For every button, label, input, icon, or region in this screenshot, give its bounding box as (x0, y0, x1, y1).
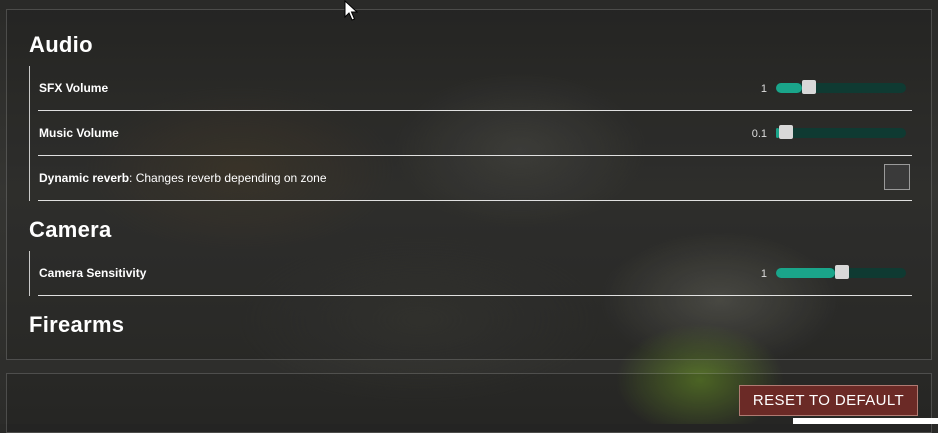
dynamic-reverb-description: : Changes reverb depending on zone (129, 171, 327, 185)
music-volume-slider[interactable] (776, 125, 906, 139)
section-title-audio: Audio (29, 32, 93, 57)
music-volume-slider-thumb[interactable] (778, 125, 793, 139)
camera-group: Camera Sensitivity 1 (29, 251, 912, 296)
camera-sensitivity-slider-thumb[interactable] (834, 265, 849, 279)
settings-panel: Audio SFX Volume 1 Music Volume 0.1 Dyna… (6, 9, 932, 360)
music-volume-row: Music Volume 0.1 (38, 111, 912, 156)
section-title-firearms: Firearms (29, 312, 125, 337)
mouse-cursor-icon (344, 0, 358, 21)
camera-sensitivity-row: Camera Sensitivity 1 (38, 251, 912, 296)
dynamic-reverb-row: Dynamic reverb: Changes reverb depending… (38, 156, 912, 201)
sfx-volume-label: SFX Volume (39, 81, 109, 95)
camera-sensitivity-slider[interactable] (776, 265, 906, 279)
audio-group: SFX Volume 1 Music Volume 0.1 Dynamic re… (29, 66, 912, 201)
sfx-volume-value: 1 (760, 83, 767, 95)
camera-sensitivity-label: Camera Sensitivity (39, 266, 147, 280)
sfx-volume-slider-fill (776, 83, 802, 93)
music-volume-value: 0.1 (751, 128, 767, 140)
sfx-volume-row: SFX Volume 1 (38, 66, 912, 111)
dynamic-reverb-label: Dynamic reverb: Changes reverb depending… (39, 171, 327, 185)
camera-sensitivity-value: 1 (760, 268, 767, 280)
sfx-volume-slider[interactable] (776, 80, 906, 94)
sfx-volume-slider-thumb[interactable] (802, 80, 816, 94)
section-title-camera: Camera (29, 217, 112, 242)
white-strip (793, 418, 938, 424)
music-volume-label: Music Volume (39, 126, 119, 140)
reset-to-default-button[interactable]: RESET TO DEFAULT (739, 385, 918, 416)
dynamic-reverb-checkbox[interactable] (884, 164, 910, 190)
camera-sensitivity-slider-fill (776, 268, 835, 278)
